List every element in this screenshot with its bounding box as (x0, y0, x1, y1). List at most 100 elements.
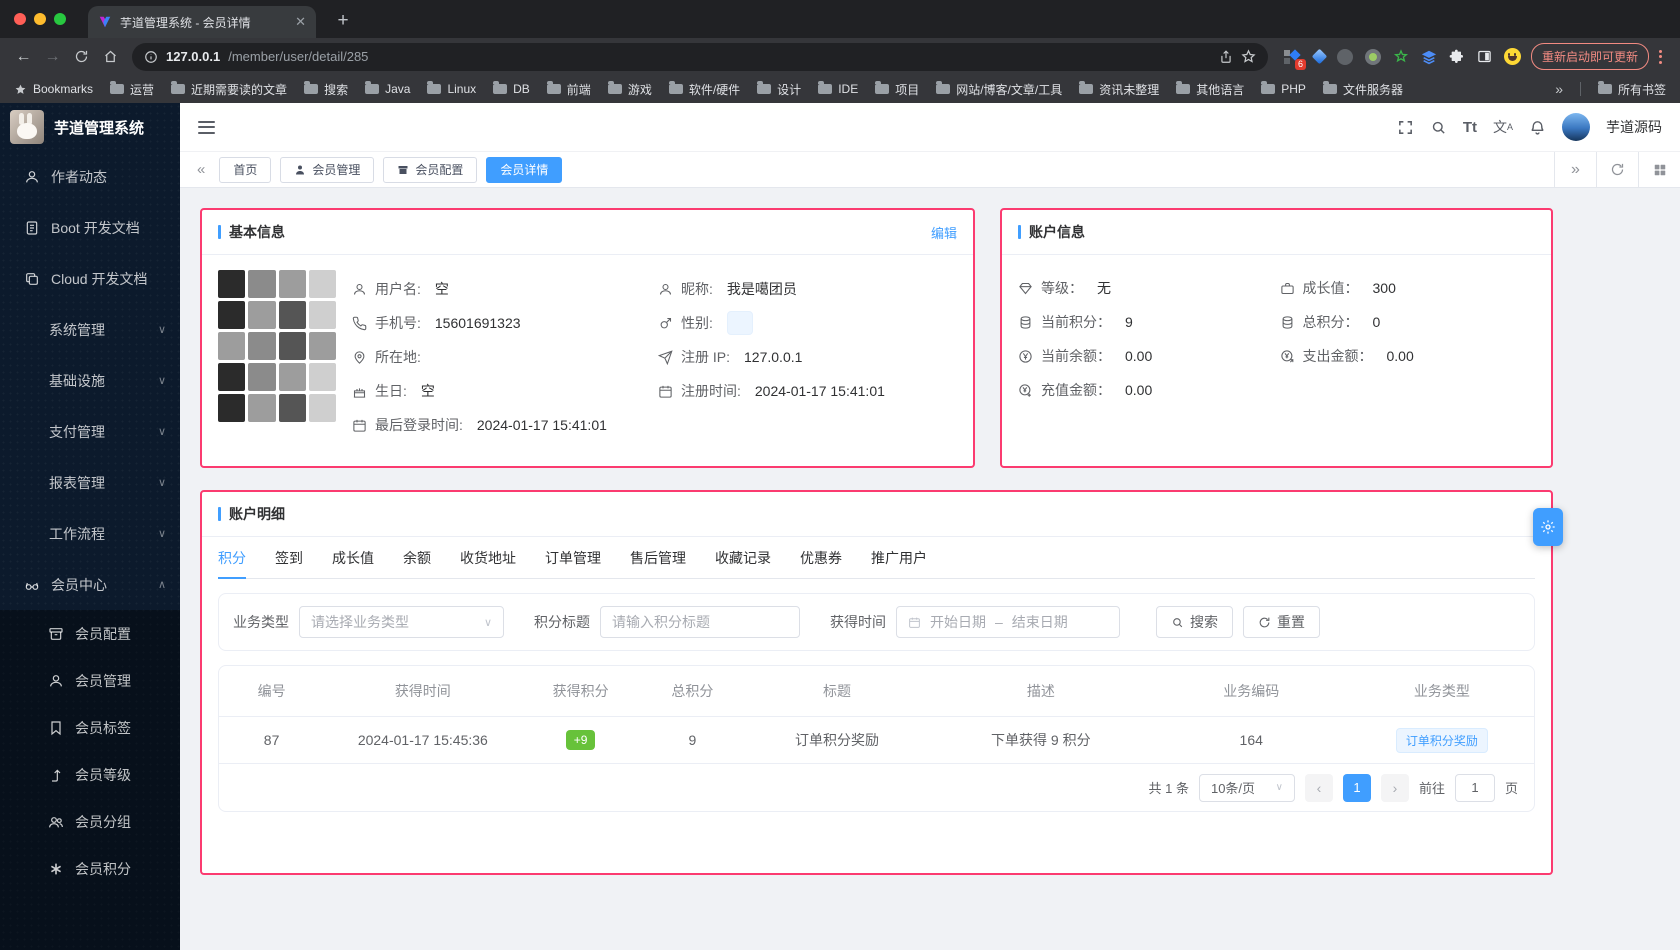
view-tab-member-mgmt[interactable]: 会员管理 (280, 156, 375, 183)
sidebar-item-member-center[interactable]: 会员中心 ∧ (0, 559, 180, 610)
tab-coupons[interactable]: 优惠券 (800, 537, 842, 578)
tab-points[interactable]: 积分 (218, 537, 246, 579)
split-view-icon[interactable] (1477, 49, 1492, 64)
theme-settings-handle[interactable] (1533, 508, 1563, 546)
sidebar-item-member-mgmt[interactable]: 会员管理 (0, 657, 180, 704)
minimize-window-button[interactable] (34, 13, 46, 25)
bookmark-folder[interactable]: IDE (818, 81, 858, 96)
sidebar-item-report-mgmt[interactable]: 报表管理 ∨ (0, 457, 180, 508)
view-tab-member-config[interactable]: 会员配置 (383, 156, 478, 183)
bookmark-folder[interactable]: 网站/博客/文章/工具 (936, 81, 1062, 98)
bookmark-folder[interactable]: 前端 (546, 81, 591, 98)
browser-menu-icon[interactable] (1651, 49, 1670, 64)
sidebar-item-boot-docs[interactable]: Boot 开发文档 (0, 202, 180, 253)
fullscreen-icon[interactable] (1397, 119, 1414, 136)
bookmark-folder[interactable]: 游戏 (607, 81, 652, 98)
refresh-page-icon[interactable] (1596, 152, 1638, 187)
sidebar-item-member-points[interactable]: 会员积分 (0, 845, 180, 892)
bookmark-folder[interactable]: 设计 (757, 81, 801, 98)
bookmark-folder[interactable]: Linux (427, 81, 476, 96)
prev-page-button[interactable]: ‹ (1304, 773, 1333, 802)
sidebar-item-member-config[interactable]: 会员配置 (0, 610, 180, 657)
sidebar-item-infrastructure[interactable]: 基础设施 ∨ (0, 355, 180, 406)
view-tab-home[interactable]: 首页 (219, 156, 272, 183)
tab-referrals[interactable]: 推广用户 (871, 537, 927, 578)
extension-star-icon[interactable] (1393, 48, 1409, 65)
tab-orders[interactable]: 订单管理 (545, 537, 601, 578)
search-button[interactable]: 搜索 (1156, 606, 1233, 638)
sidebar-item-system-mgmt[interactable]: 系统管理 ∨ (0, 304, 180, 355)
sidebar-item-workflow[interactable]: 工作流程 ∨ (0, 508, 180, 559)
bookmark-folder[interactable]: PHP (1261, 81, 1306, 96)
tab-address[interactable]: 收货地址 (460, 537, 516, 578)
layout-grid-icon[interactable] (1638, 152, 1680, 187)
browser-tab[interactable]: 芋道管理系统 - 会员详情 ✕ (88, 6, 316, 38)
scroll-tabs-right-icon[interactable]: » (1554, 152, 1596, 187)
tab-growth[interactable]: 成长值 (332, 537, 374, 578)
bookmarks-overflow-chevron[interactable]: » (1555, 81, 1563, 97)
extensions-puzzle-icon[interactable] (1449, 49, 1465, 65)
font-size-button[interactable]: Tt (1463, 119, 1477, 136)
translate-icon[interactable]: 文A (1493, 117, 1513, 137)
bookmark-folder[interactable]: 搜索 (304, 81, 348, 98)
new-tab-button[interactable]: + (330, 8, 356, 34)
sidebar-item-author-feed[interactable]: 作者动态 (0, 151, 180, 202)
bookmark-folder[interactable]: 其他语言 (1176, 81, 1244, 98)
field-expense-amount: 支出金额： 0.00 (1280, 339, 1536, 373)
reset-button[interactable]: 重置 (1243, 606, 1320, 638)
user-avatar[interactable] (1562, 113, 1590, 141)
extension-circle-icon[interactable] (1336, 48, 1353, 65)
tab-signin[interactable]: 签到 (275, 537, 303, 578)
emoji-extension-icon[interactable] (1503, 48, 1521, 65)
business-type-select[interactable]: 请选择业务类型 ∨ (299, 606, 504, 638)
edit-button[interactable]: 编辑 (931, 223, 957, 242)
sidebar-item-member-tags[interactable]: 会员标签 (0, 704, 180, 751)
tab-favorites[interactable]: 收藏记录 (715, 537, 771, 578)
all-bookmarks-folder[interactable]: 所有书签 (1597, 81, 1666, 98)
date-range-picker[interactable]: 开始日期 – 结束日期 (896, 606, 1120, 638)
extension-dot-icon[interactable] (1364, 48, 1381, 65)
close-window-button[interactable] (14, 13, 26, 25)
next-page-button[interactable]: › (1380, 773, 1409, 802)
goto-page-input[interactable] (1454, 773, 1495, 802)
scroll-tabs-left-icon[interactable]: « (192, 161, 210, 178)
bookmark-folder[interactable]: DB (493, 81, 530, 96)
search-icon[interactable] (1430, 119, 1447, 136)
sidebar-item-member-groups[interactable]: 会员分组 (0, 798, 180, 845)
username[interactable]: 芋道源码 (1606, 117, 1662, 137)
sidebar-item-cloud-docs[interactable]: Cloud 开发文档 (0, 253, 180, 304)
bookmarks-root[interactable]: Bookmarks (14, 82, 93, 96)
forward-icon[interactable]: → (39, 43, 66, 70)
bookmark-folder[interactable]: 运营 (110, 81, 154, 98)
sidebar-item-member-level[interactable]: 会员等级 (0, 751, 180, 798)
home-icon[interactable] (97, 43, 124, 70)
page-size-select[interactable]: 10条/页 ∨ (1198, 773, 1295, 802)
back-icon[interactable]: ← (10, 43, 37, 70)
extension-grid-icon[interactable]: 6 (1283, 48, 1306, 70)
sidebar-item-payment-mgmt[interactable]: 支付管理 ∨ (0, 406, 180, 457)
bookmark-star-icon[interactable] (1241, 49, 1256, 64)
tab-aftersale[interactable]: 售后管理 (630, 537, 686, 578)
bookmark-folder[interactable]: Java (365, 81, 410, 96)
table-row[interactable]: 87 2024-01-17 15:45:36 +9 9 订单积分奖励 下单获得 … (219, 716, 1534, 763)
bookmark-folder[interactable]: 软件/硬件 (668, 81, 740, 98)
extension-kite-icon[interactable] (1311, 48, 1328, 65)
reload-icon[interactable] (68, 43, 95, 70)
collapse-sidebar-icon[interactable] (198, 120, 215, 134)
browser-update-button[interactable]: 重新启动即可更新 (1530, 43, 1649, 70)
current-page-button[interactable]: 1 (1342, 773, 1371, 802)
tab-balance[interactable]: 余额 (403, 537, 431, 578)
bookmark-folder[interactable]: 资讯未整理 (1079, 81, 1159, 98)
share-icon[interactable] (1219, 49, 1233, 64)
points-title-input[interactable] (612, 614, 788, 630)
bookmark-folder[interactable]: 项目 (875, 81, 919, 98)
address-bar[interactable]: 127.0.0.1 /member/user/detail/285 (132, 42, 1268, 71)
site-info-icon[interactable] (144, 50, 158, 64)
bookmark-folder[interactable]: 近期需要读的文章 (171, 81, 287, 98)
view-tab-member-detail[interactable]: 会员详情 (486, 156, 563, 183)
bell-icon[interactable] (1529, 119, 1546, 136)
close-tab-icon[interactable]: ✕ (295, 14, 306, 30)
extension-layers-icon[interactable] (1421, 49, 1437, 65)
bookmark-folder[interactable]: 文件服务器 (1322, 81, 1403, 98)
maximize-window-button[interactable] (54, 13, 66, 25)
